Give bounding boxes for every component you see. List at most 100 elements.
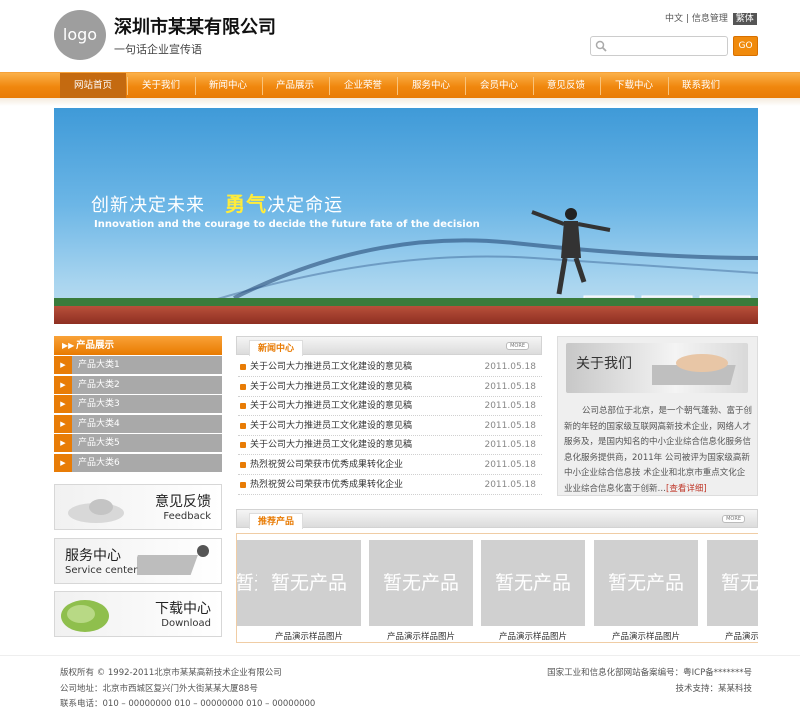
product-caption[interactable]: 产品演示样品图片 xyxy=(369,630,473,642)
category-item[interactable]: ▶ 产品大类5 xyxy=(54,434,222,452)
main-nav: 网站首页 关于我们 新闻中心 产品展示 企业荣誉 服务中心 会员中心 意见反馈 下载中心 联系我们 xyxy=(0,72,800,99)
news-panel-header: 新闻中心 MORE xyxy=(236,336,542,356)
news-row[interactable]: 关于公司大力推进员工文化建设的意见稿 2011.05.18 xyxy=(238,358,542,377)
link-info-manage[interactable]: 信息管理 xyxy=(692,14,728,24)
products-carousel: 暂无产品 暂无产品产品演示样品图片 暂无产品产品演示样品图片 暂无产品产品演示样品图片… xyxy=(236,533,758,643)
bullet-icon xyxy=(240,383,246,390)
feedback-box[interactable]: 意见反馈 Feedback xyxy=(54,484,222,530)
products-more-button[interactable]: MORE xyxy=(722,515,745,523)
product-placeholder: 暂无产品 xyxy=(607,572,684,594)
category-header: ▶▶ 产品展示 xyxy=(54,336,222,355)
product-placeholder: 暂无产品 xyxy=(382,572,459,594)
arrow-icon: ▶ xyxy=(54,453,72,472)
product-caption[interactable]: 产品演示样品图片 xyxy=(257,630,361,642)
about-more-link[interactable]: [查看详细] xyxy=(666,484,707,494)
link-traditional[interactable]: 繁体 xyxy=(732,13,757,25)
products-panel-header: 推荐产品 MORE xyxy=(236,509,758,529)
product-placeholder: 暂无产品 xyxy=(270,572,347,594)
search-input[interactable] xyxy=(611,39,723,53)
category-item[interactable]: ▶ 产品大类1 xyxy=(54,356,222,374)
category-item[interactable]: ▶ 产品大类2 xyxy=(54,375,222,394)
news-row[interactable]: 热烈祝贺公司荣获市优秀成果转化企业 2011.05.18 xyxy=(238,456,542,475)
news-title[interactable]: 热烈祝贺公司荣获市优秀成果转化企业 xyxy=(250,476,403,495)
about-text: 公司总部位于北京，是一个朝气蓬勃、富于创新的年轻的国家级互联网高新技术企业，网络… xyxy=(564,406,753,494)
nav-item[interactable]: 意见反馈 xyxy=(533,73,599,99)
nav-item[interactable]: 会员中心 xyxy=(466,73,532,99)
product-thumbnail[interactable]: 暂无产品 xyxy=(257,540,361,626)
bullet-icon xyxy=(240,462,246,468)
news-title[interactable]: 关于公司大力推进员工文化建设的意见稿 xyxy=(250,378,412,397)
bullet-icon xyxy=(240,481,246,488)
footer-address: 公司地址：北京市西城区复兴门外大街某某大厦88号 xyxy=(60,684,258,694)
product-caption[interactable]: 产品演示样品图片 xyxy=(707,630,758,642)
news-row[interactable]: 关于公司大力推进员工文化建设的意见稿 2011.05.18 xyxy=(238,378,542,397)
news-more-button[interactable]: MORE xyxy=(506,342,529,350)
product-caption[interactable]: 产品演示样品图片 xyxy=(594,630,698,642)
news-row[interactable]: 关于公司大力推进员工文化建设的意见稿 2011.05.18 xyxy=(238,417,542,436)
bullet-icon xyxy=(240,364,246,370)
footer: 版权所有 © 1992-2011北京市某某高新技术企业有限公司 公司地址：北京市… xyxy=(0,655,800,707)
news-date: 2011.05.18 xyxy=(484,460,536,470)
nav-item[interactable]: 关于我们 xyxy=(128,73,194,99)
hand-keyboard-image xyxy=(652,354,736,385)
nav-item[interactable]: 产品展示 xyxy=(262,73,328,99)
news-date: 2011.05.18 xyxy=(484,440,536,451)
download-box[interactable]: 下载中心 Download xyxy=(54,591,222,637)
news-title[interactable]: 关于公司大力推进员工文化建设的意见稿 xyxy=(250,358,412,377)
nav-item[interactable]: 企业荣誉 xyxy=(330,73,396,99)
nav-shadow xyxy=(0,98,800,106)
product-thumbnail[interactable]: 暂无产品 xyxy=(481,540,585,626)
service-center-box[interactable]: 服务中心 Service center xyxy=(54,538,222,584)
news-row[interactable]: 热烈祝贺公司荣获市优秀成果转化企业 2011.05.18 xyxy=(238,476,542,495)
nav-item[interactable]: 联系我们 xyxy=(668,73,734,99)
arrow-icon: ▶ xyxy=(54,395,72,413)
product-placeholder: 暂无产品 xyxy=(494,572,571,594)
grass-image xyxy=(61,600,109,632)
nav-item[interactable]: 服务中心 xyxy=(398,73,464,99)
footer-icp[interactable]: 国家工业和信息化部网站备案编号：粤ICP备*******号 xyxy=(547,666,752,678)
news-date: 2011.05.18 xyxy=(484,381,536,392)
category-label: 产品大类2 xyxy=(78,379,120,390)
arrow-icon: ▶ xyxy=(54,356,72,374)
news-date: 2011.05.18 xyxy=(484,420,536,431)
category-item[interactable]: ▶ 产品大类6 xyxy=(54,453,222,472)
nav-item[interactable]: 网站首页 xyxy=(60,73,126,99)
footer-copyright: 版权所有 © 1992-2011北京市某某高新技术企业有限公司 xyxy=(60,668,282,678)
banner-subline: Innovation and the courage to decide the… xyxy=(94,219,480,230)
bullet-icon xyxy=(240,403,246,410)
double-arrow-icon: ▶▶ xyxy=(62,341,75,350)
nav-item[interactable]: 新闻中心 xyxy=(195,73,261,99)
products-panel-title: 推荐产品 xyxy=(249,513,304,529)
news-title[interactable]: 关于公司大力推进员工文化建设的意见稿 xyxy=(250,417,412,436)
arrow-icon: ▶ xyxy=(54,375,72,394)
nav-item[interactable]: 下载中心 xyxy=(601,73,667,99)
news-title[interactable]: 热烈祝贺公司荣获市优秀成果转化企业 xyxy=(250,456,403,475)
search-icon xyxy=(595,40,607,52)
hero-banner: 创新决定未来 勇气决定命运 Innovation and the courage… xyxy=(54,108,758,324)
news-title[interactable]: 关于公司大力推进员工文化建设的意见稿 xyxy=(250,436,412,455)
about-title: 关于我们 xyxy=(576,356,632,372)
news-date: 2011.05.18 xyxy=(484,362,536,372)
product-thumbnail[interactable]: 暂无产品 xyxy=(369,540,473,626)
product-caption[interactable]: 产品演示样品图片 xyxy=(481,630,585,642)
search-box xyxy=(590,36,728,56)
category-label: 产品大类1 xyxy=(78,360,120,370)
logo[interactable]: logo xyxy=(54,10,106,60)
footer-phone: 联系电话：010 – 00000000 010 – 00000000 010 –… xyxy=(60,699,316,707)
category-label: 产品大类5 xyxy=(78,438,120,448)
product-thumbnail[interactable]: 暂无产品 xyxy=(707,540,758,626)
news-title[interactable]: 关于公司大力推进员工文化建设的意见稿 xyxy=(250,397,412,416)
search-go-button[interactable]: GO xyxy=(733,36,758,56)
bullet-icon xyxy=(240,442,246,449)
news-row[interactable]: 关于公司大力推进员工文化建设的意见稿 2011.05.18 xyxy=(238,436,542,456)
product-thumbnail[interactable]: 暂无产品 xyxy=(594,540,698,626)
separator: | xyxy=(685,14,689,24)
category-item[interactable]: ▶ 产品大类3 xyxy=(54,395,222,413)
news-row[interactable]: 关于公司大力推进员工文化建设的意见稿 2011.05.18 xyxy=(238,397,542,417)
link-chinese[interactable]: 中文 xyxy=(665,14,683,24)
category-item[interactable]: ▶ 产品大类4 xyxy=(54,414,222,433)
mouse-image xyxy=(68,499,124,523)
product-placeholder: 暂无产品 xyxy=(720,572,758,594)
category-label: 产品大类6 xyxy=(78,457,120,468)
arrow-icon: ▶ xyxy=(54,434,72,452)
